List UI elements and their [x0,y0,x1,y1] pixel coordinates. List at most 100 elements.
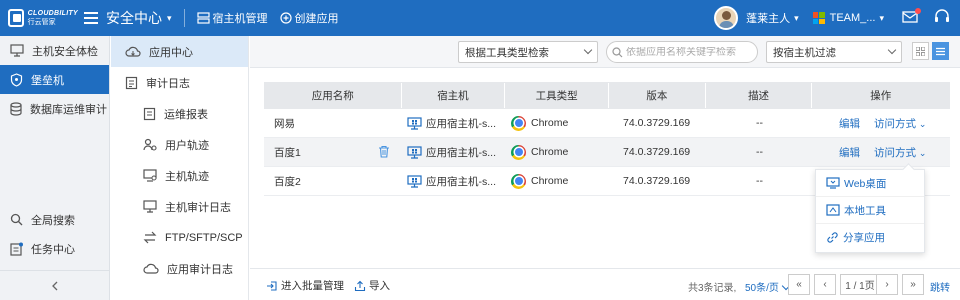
enter-icon [267,280,277,291]
grid-view-button[interactable] [912,42,929,60]
col-header-name[interactable]: 应用名称 [265,83,402,108]
user-track-icon [143,138,157,151]
cell-app-name-label: 百度1 [274,146,301,159]
cell-host: 应用宿主机-s... [401,109,505,137]
import-button[interactable]: 导入 [354,278,390,293]
last-page-button[interactable]: » [902,274,924,295]
host-filter-select[interactable]: 按宿主机过滤 [766,41,902,63]
chrome-icon [511,144,526,160]
logo-text-cn: 行云管家 [27,19,56,26]
chevron-left-icon [52,281,58,290]
brand-logo[interactable]: CLOUDBILITY 行云管家 [8,9,78,27]
list-icon [936,47,945,55]
monitor-icon [143,200,157,213]
app-search-box[interactable] [606,41,758,63]
chevron-down-icon [583,45,593,55]
cloud-icon [125,46,141,57]
user-caret-icon[interactable]: ▾ [794,13,799,24]
col-header-actions: 操作 [870,90,892,102]
submenu-item-audit-log[interactable]: 审计日志 [111,67,248,98]
access-method-link[interactable]: 访问方式 ⌄ [874,116,926,131]
user-name-menu[interactable]: 蓬莱主人 [746,10,790,26]
web-desktop-icon [826,177,840,189]
sidebar-item-label: 堡垒机 [31,74,64,87]
screen-check-icon [10,44,24,57]
hamburger-menu-icon[interactable] [84,12,98,24]
submenu-item-label: 运维报表 [164,108,208,121]
sidebar-item-bastion[interactable]: 堡垒机 [0,65,109,94]
trash-icon[interactable] [378,145,390,158]
submenu-item-host-audit-log[interactable]: 主机审计日志 [111,191,248,222]
team-caret-icon[interactable]: ▾ [879,13,884,24]
access-method-link[interactable]: 访问方式 ⌄ [874,145,926,160]
host-manage-label: 宿主机管理 [212,13,268,25]
sidebar-item-db-audit[interactable]: 数据库运维审计 [0,94,109,123]
batch-manage-button[interactable]: 进入批量管理 [266,278,344,293]
unread-dot [915,7,921,14]
submenu-item-app-audit-log[interactable]: 应用审计日志 [111,253,248,284]
team-name-menu[interactable]: TEAM_... [830,12,876,24]
sidebar-item-global-search[interactable]: 全局搜索 [0,205,110,234]
cell-app-name: 百度1 [264,138,401,166]
dropdown-item-local-tool[interactable]: 本地工具 [816,197,924,224]
app-title[interactable]: 安全中心 [106,8,162,28]
cell-host: 应用宿主机-s... [401,138,505,166]
submenu-item-ftp[interactable]: FTP/SFTP/SCP [111,222,248,253]
logo-icon [8,9,24,27]
logo-text-en: CLOUDBILITY [27,10,78,17]
first-page-button[interactable]: « [788,274,810,295]
table-row[interactable]: 百度1 应用宿主机-s... Chrome 74.0.3729.169 -- 编… [264,138,950,167]
sidebar-collapse-button[interactable] [0,270,110,300]
cell-version: 74.0.3729.169 [623,146,691,158]
table-row[interactable]: 网易 应用宿主机-s... Chrome 74.0.3729.169 -- 编辑… [264,109,950,138]
cell-desc: -- [756,117,763,129]
col-header-tool[interactable]: 工具类型 [505,83,609,108]
submenu-item-ops-report[interactable]: 运维报表 [111,98,248,129]
app-switch-caret-icon[interactable]: ▾ [167,13,172,24]
windows-host-icon [407,116,422,130]
submenu-item-app-center[interactable]: 应用中心 [111,36,248,67]
sidebar-item-host-check[interactable]: 主机安全体检 [0,36,109,65]
submenu-item-host-track[interactable]: 主机轨迹 [111,160,248,191]
edit-link[interactable]: 编辑 [839,145,860,160]
submenu-item-label: 主机轨迹 [165,170,209,183]
message-icon[interactable] [902,7,921,27]
col-header-desc[interactable]: 描述 [706,83,813,108]
top-bar: CLOUDBILITY 行云管家 安全中心 ▾ 宿主机管理 创建应用 蓬莱主人 … [0,0,960,36]
cell-tool-label: Chrome [531,175,569,187]
sidebar-item-label: 全局搜索 [31,214,75,227]
support-headset-icon[interactable] [934,9,950,27]
cloud-log-icon [143,263,159,274]
prev-page-button[interactable]: ‹ [814,274,836,295]
host-manage-button[interactable]: 宿主机管理 [196,10,268,26]
app-search-input[interactable] [626,46,754,58]
chevron-down-icon: ⌄ [918,118,927,129]
upload-icon [354,280,366,291]
next-page-button[interactable]: › [876,274,898,295]
dropdown-item-web-desktop[interactable]: Web桌面 [816,170,924,197]
cell-desc: -- [756,146,763,158]
tool-type-filter-select[interactable]: 根据工具类型检索 [458,41,598,63]
sidebar-item-task-center[interactable]: 任务中心 [0,234,110,263]
main-sidebar: 主机安全体检 堡垒机 数据库运维审计 全局搜索 任务中心 [0,36,110,300]
page-size-select[interactable]: 50条/页 [745,279,789,294]
col-header-version[interactable]: 版本 [609,83,706,108]
dropdown-item-share-app[interactable]: 分享应用 [816,224,924,251]
local-tool-icon [826,204,840,216]
submenu-item-user-track[interactable]: 用户轨迹 [111,129,248,160]
col-header-host[interactable]: 宿主机 [402,83,506,108]
host-manage-icon [196,12,210,24]
create-app-button[interactable]: 创建应用 [279,10,339,26]
user-avatar[interactable] [714,6,739,30]
database-icon [10,101,22,116]
list-view-button[interactable] [932,42,949,60]
cell-host-label: 应用宿主机-s... [426,146,496,159]
record-count: 共3条记录, [688,283,737,294]
cell-version: 74.0.3729.169 [623,175,691,187]
host-track-icon [143,169,157,182]
cell-actions: 编辑 访问方式 ⌄ [813,109,950,137]
chrome-icon [511,173,526,189]
edit-link[interactable]: 编辑 [839,116,860,131]
jump-page-button[interactable]: 跳转 [930,279,950,294]
secondary-menu: 应用中心 审计日志 运维报表 用户轨迹 主机轨迹 主机审计日志 FTP/SFTP… [111,36,249,300]
